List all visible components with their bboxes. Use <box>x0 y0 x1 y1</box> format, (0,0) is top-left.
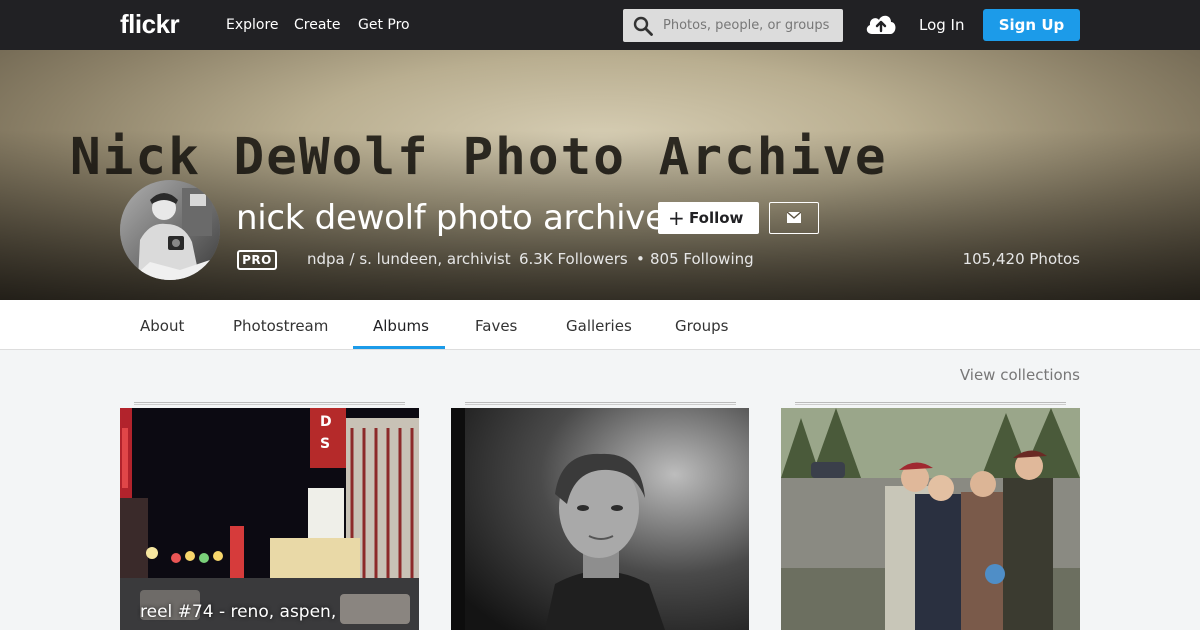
svg-text:S: S <box>320 436 330 452</box>
search-icon[interactable] <box>633 16 653 36</box>
album-cover-image: D S <box>120 408 419 630</box>
search-input[interactable] <box>663 9 839 42</box>
tab-photostream[interactable]: Photostream <box>233 317 328 335</box>
album-cover-image <box>781 408 1080 630</box>
mail-icon <box>787 212 801 223</box>
tab-about[interactable]: About <box>140 317 184 335</box>
avatar[interactable] <box>120 180 220 280</box>
following-link[interactable]: 805 Following <box>650 250 754 268</box>
login-link[interactable]: Log In <box>919 16 965 34</box>
view-collections-link[interactable]: View collections <box>960 366 1080 384</box>
album-stack-edge <box>465 402 736 405</box>
tab-groups[interactable]: Groups <box>675 317 728 335</box>
svg-text:D: D <box>320 414 332 430</box>
message-button[interactable] <box>769 202 819 234</box>
tab-galleries[interactable]: Galleries <box>566 317 632 335</box>
profile-name: nick dewolf photo archive <box>236 198 666 238</box>
follow-button[interactable]: + Follow <box>658 202 759 234</box>
nav-get-pro[interactable]: Get Pro <box>358 17 410 33</box>
active-tab-indicator <box>353 346 445 349</box>
nav-create[interactable]: Create <box>294 17 341 33</box>
album-title: reel #74 - reno, aspen, <box>140 602 337 622</box>
profile-subnav: About Photostream Albums Faves Galleries… <box>0 300 1200 350</box>
meta-separator: • <box>636 250 645 268</box>
followers-link[interactable]: 6.3K Followers <box>519 250 628 268</box>
tab-albums[interactable]: Albums <box>373 317 429 335</box>
plus-icon: + <box>668 206 685 230</box>
follow-label: Follow <box>689 209 744 227</box>
real-name: ndpa / s. lundeen, archivist <box>307 250 511 268</box>
album-cover-image <box>451 408 750 630</box>
nav-explore[interactable]: Explore <box>226 17 279 33</box>
album-stack-edge <box>134 402 405 405</box>
album-card[interactable] <box>781 402 1080 630</box>
album-card[interactable]: D S reel #74 - reno, aspen, <box>120 402 419 630</box>
cover-photo-text: Nick DeWolf Photo Archive <box>70 128 888 187</box>
upload-cloud-icon[interactable] <box>864 10 898 38</box>
tab-faves[interactable]: Faves <box>475 317 517 335</box>
search-box[interactable] <box>623 9 843 42</box>
pro-badge: PRO <box>237 250 277 270</box>
photo-count: 105,420 Photos <box>962 250 1080 268</box>
signup-button[interactable]: Sign Up <box>983 9 1080 41</box>
flickr-logo[interactable]: flickr <box>120 9 180 40</box>
top-navbar: flickr Explore Create Get Pro Log In Sig… <box>0 0 1200 50</box>
album-stack-edge <box>795 402 1066 405</box>
album-card[interactable] <box>451 402 750 630</box>
